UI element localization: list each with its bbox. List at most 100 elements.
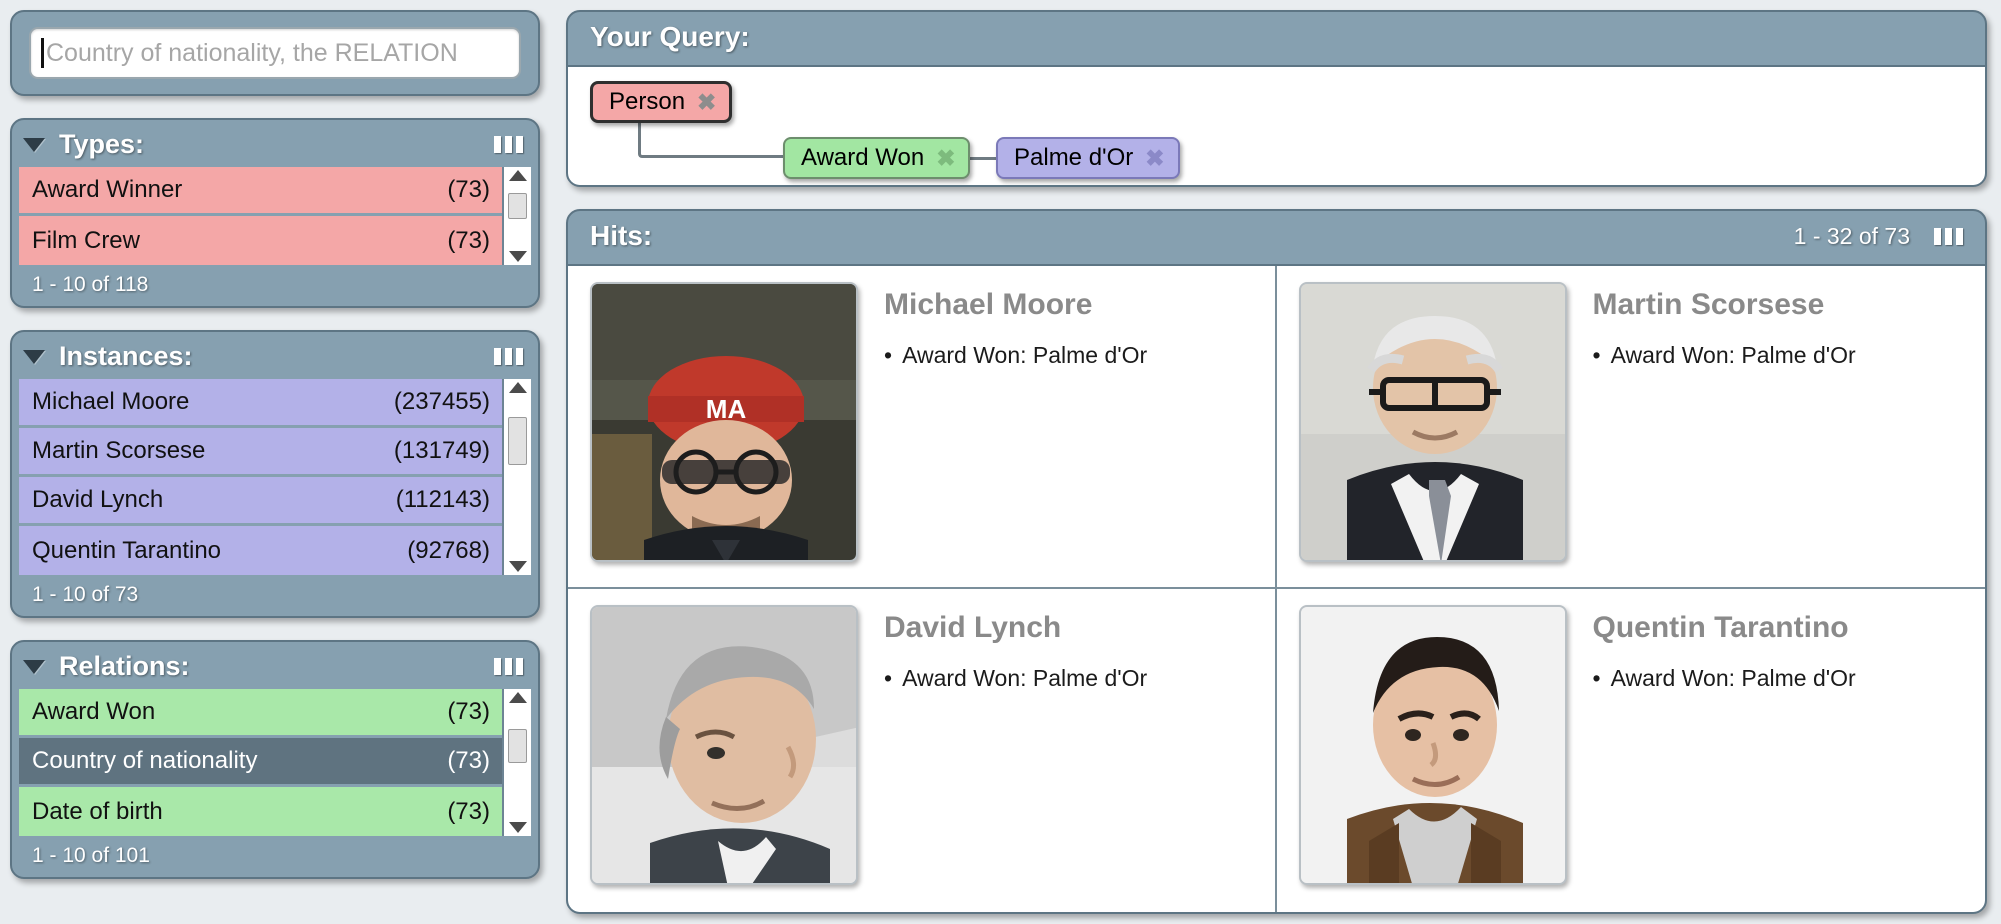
main-content: Your Query: Person ✖ Award Won ✖ Palme d…: [566, 10, 1987, 914]
list-item-selected[interactable]: Country of nationality (73): [19, 738, 502, 787]
collapse-caret-icon[interactable]: [23, 137, 45, 152]
facet-item-count: (73): [447, 698, 490, 725]
list-item[interactable]: David Lynch (112143): [19, 477, 502, 526]
scroll-up-arrow-icon[interactable]: [508, 170, 527, 181]
close-icon[interactable]: ✖: [697, 90, 716, 114]
avatar: MA: [590, 282, 858, 562]
list-item[interactable]: Award Won (73): [19, 689, 502, 738]
hit-title: Quentin Tarantino: [1592, 611, 1849, 644]
hit-fact: Award Won: Palme d'Or: [1593, 665, 1856, 692]
query-node-person[interactable]: Person ✖: [590, 81, 733, 123]
hits-title: Hits:: [590, 220, 653, 251]
portrait-michael-moore: MA: [592, 284, 856, 560]
grip-icon[interactable]: [1934, 227, 1963, 245]
hit-card[interactable]: Quentin Tarantino Award Won: Palme d'Or: [1277, 589, 1986, 912]
query-title: Your Query:: [590, 21, 750, 52]
list-item[interactable]: Date of birth (73): [19, 787, 502, 836]
hit-title: David Lynch: [884, 611, 1062, 644]
hits-header: Hits: 1 - 32 of 73: [568, 211, 1985, 264]
svg-text:MA: MA: [706, 394, 747, 424]
hits-pagination: 1 - 32 of 73: [1793, 222, 1910, 249]
portrait-david-lynch: [592, 607, 856, 883]
facet-item-label: Martin Scorsese: [32, 437, 206, 464]
scroll-down-arrow-icon[interactable]: [508, 822, 527, 833]
hits-grid: MA Michael Moore Awar: [568, 264, 1985, 912]
facet-item-label: Award Won: [32, 698, 156, 725]
portrait-martin-scorsese: [1300, 284, 1565, 560]
collapse-caret-icon[interactable]: [23, 659, 45, 674]
portrait-quentin-tarantino: [1300, 607, 1565, 883]
search-input[interactable]: Country of nationality, the RELATION: [29, 27, 521, 79]
facet-header-instances[interactable]: Instances:: [19, 339, 531, 379]
close-icon[interactable]: ✖: [1145, 146, 1164, 170]
query-node-palme-dor[interactable]: Palme d'Or ✖: [996, 137, 1180, 179]
list-item[interactable]: Quentin Tarantino (92768): [19, 526, 502, 575]
hit-fact: Award Won: Palme d'Or: [884, 342, 1147, 369]
query-node-label: Palme d'Or: [1014, 144, 1134, 171]
facet-pager-instances: 1 - 10 of 73: [32, 583, 139, 606]
facet-item-label: Quentin Tarantino: [32, 536, 222, 564]
hit-info: David Lynch Award Won: Palme d'Or: [884, 605, 1147, 902]
hit-fact: Award Won: Palme d'Or: [884, 665, 1147, 692]
scrollbar-instances[interactable]: [502, 379, 531, 575]
collapse-caret-icon[interactable]: [23, 349, 45, 364]
hit-info: Quentin Tarantino Award Won: Palme d'Or: [1593, 605, 1856, 902]
grip-icon[interactable]: [494, 348, 523, 365]
facet-item-count: (73): [447, 747, 490, 774]
avatar: [590, 605, 858, 885]
facet-item-label: Date of birth: [32, 797, 163, 825]
facet-pager-relations: 1 - 10 of 101: [32, 844, 150, 867]
facet-panel-instances: Instances: Michael Moore (237455) Martin…: [10, 330, 540, 618]
avatar: [1298, 282, 1567, 562]
facet-item-count: (131749): [393, 437, 490, 464]
hits-panel: Hits: 1 - 32 of 73 MA Michael Moore • Aw…: [566, 209, 1987, 914]
grip-icon[interactable]: [494, 658, 523, 675]
facet-panel-relations: Relations: Award Won (73) Country of nat…: [10, 640, 540, 879]
hit-title: Michael Moore: [884, 288, 1093, 321]
grip-icon[interactable]: [494, 136, 523, 153]
list-item[interactable]: Film Crew (73): [19, 216, 502, 265]
facet-header-relations[interactable]: Relations:: [19, 649, 531, 689]
list-item[interactable]: Award Winner (73): [19, 167, 502, 216]
list-item[interactable]: Martin Scorsese (131749): [19, 428, 502, 477]
hit-info: Martin Scorsese Award Won: Palme d'Or: [1593, 282, 1856, 577]
facet-item-count: (73): [447, 176, 490, 203]
scroll-up-arrow-icon[interactable]: [508, 692, 527, 703]
facet-title-instances: Instances:: [59, 341, 193, 371]
query-connector: [638, 123, 788, 158]
query-canvas[interactable]: Person ✖ Award Won ✖ Palme d'Or ✖: [568, 65, 1985, 185]
hit-card[interactable]: MA Michael Moore Awar: [568, 266, 1277, 589]
scrollbar-thumb[interactable]: [508, 729, 527, 763]
scrollbar-thumb[interactable]: [508, 193, 527, 219]
scrollbar-types[interactable]: [502, 167, 531, 265]
query-node-award-won[interactable]: Award Won ✖: [783, 137, 971, 179]
scrollbar-relations[interactable]: [502, 689, 531, 836]
scroll-down-arrow-icon[interactable]: [508, 561, 527, 572]
facet-title-relations: Relations:: [59, 651, 190, 681]
close-icon[interactable]: ✖: [936, 146, 955, 170]
facet-item-count: (112143): [395, 486, 490, 513]
avatar: [1298, 605, 1567, 885]
facet-item-count: (73): [447, 797, 490, 825]
facet-item-label: Country of nationality: [32, 747, 258, 774]
facet-item-count: (73): [447, 226, 490, 254]
facet-list-relations: Award Won (73) Country of nationality (7…: [19, 689, 531, 836]
scroll-up-arrow-icon[interactable]: [508, 382, 527, 393]
hit-fact: Award Won: Palme d'Or: [1593, 342, 1856, 369]
facet-item-label: Film Crew: [32, 226, 140, 254]
facet-header-types[interactable]: Types:: [19, 127, 531, 167]
list-item[interactable]: Michael Moore (237455): [19, 379, 502, 428]
query-node-label: Person: [609, 88, 686, 115]
facet-list-instances: Michael Moore (237455) Martin Scorsese (…: [19, 379, 531, 575]
hit-info: Michael Moore Award Won: Palme d'Or: [884, 282, 1147, 577]
facet-item-count: (237455): [393, 388, 490, 415]
scroll-down-arrow-icon[interactable]: [508, 251, 527, 262]
search-panel: Country of nationality, the RELATION: [10, 10, 540, 96]
hit-card[interactable]: David Lynch Award Won: Palme d'Or: [568, 589, 1277, 912]
facet-item-label: David Lynch: [32, 486, 164, 513]
hit-card[interactable]: Martin Scorsese Award Won: Palme d'Or: [1276, 266, 1985, 589]
facet-item-label: Michael Moore: [32, 388, 190, 415]
scrollbar-thumb[interactable]: [508, 417, 527, 465]
query-panel: Your Query: Person ✖ Award Won ✖ Palme d…: [566, 10, 1987, 187]
left-sidebar: Country of nationality, the RELATION Typ…: [10, 10, 540, 914]
